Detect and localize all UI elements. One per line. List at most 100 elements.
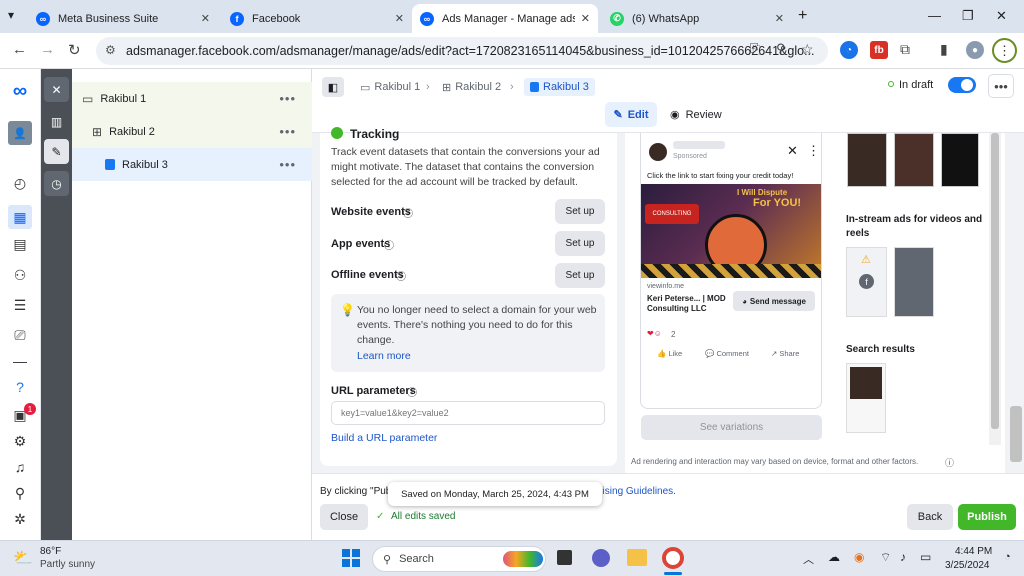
close-icon[interactable]: ✕ (787, 143, 798, 159)
help-icon[interactable]: ? (10, 377, 30, 397)
edit-pencil-icon[interactable]: ✎ (44, 139, 69, 164)
toggle-panel-icon[interactable]: ◧ (322, 77, 344, 97)
more-options-icon[interactable]: ••• (279, 157, 296, 172)
zoom-icon[interactable]: ⚲ (776, 41, 786, 57)
like-button[interactable]: 👍 Like (657, 349, 682, 358)
placement-thumbnail[interactable] (894, 133, 934, 187)
tab-review[interactable]: ◉ Review (670, 108, 722, 122)
placement-thumbnail[interactable] (941, 133, 979, 187)
back-arrow-icon[interactable]: ← (12, 41, 27, 58)
tab-whatsapp[interactable]: ✆ (6) WhatsApp ✕ (602, 4, 792, 33)
address-bar[interactable]: ⚙ adsmanager.facebook.com/adsmanager/man… (96, 37, 828, 65)
tab-meta-business-suite[interactable]: ∞ Meta Business Suite ✕ (28, 4, 218, 33)
back-button[interactable]: Back (907, 504, 953, 530)
tab-facebook[interactable]: f Facebook ✕ (222, 4, 412, 33)
website-events-setup-button[interactable]: Set up (555, 199, 605, 224)
install-icon[interactable]: ⎘ (750, 41, 760, 57)
forward-arrow-icon[interactable]: → (40, 41, 55, 58)
breadcrumb-adset[interactable]: ⊞ Rakibul 2 (442, 78, 501, 96)
info-icon[interactable]: ⓘ (396, 268, 406, 283)
app-events-setup-button[interactable]: Set up (555, 231, 605, 256)
close-tab-icon[interactable]: ✕ (775, 12, 784, 25)
restore-button[interactable]: ❐ (962, 8, 974, 24)
info-icon[interactable]: ⓘ (945, 456, 954, 469)
new-tab-button[interactable]: + (798, 7, 807, 25)
tree-item-ad[interactable]: Rakibul 3 ••• (72, 148, 312, 181)
share-button[interactable]: ↗ Share (771, 349, 799, 358)
audiences-icon[interactable]: ⚇ (10, 265, 30, 285)
app-tray-icon[interactable]: ◉ (854, 550, 864, 564)
windows-start-icon[interactable] (342, 549, 360, 567)
extensions-puzzle-icon[interactable]: ⧉ (900, 41, 910, 58)
search-icon[interactable]: ⚲ (10, 483, 30, 503)
offline-events-setup-button[interactable]: Set up (555, 263, 605, 288)
preview-scrollbar[interactable] (989, 133, 1001, 445)
learn-more-link[interactable]: Learn more (357, 350, 411, 362)
chrome-icon[interactable] (662, 547, 684, 569)
meta-logo-icon[interactable]: ∞ (10, 80, 30, 102)
more-actions-button[interactable]: ••• (988, 74, 1014, 98)
info-icon[interactable]: ⓘ (407, 384, 417, 399)
browser-menu-icon[interactable]: ⋮ (992, 38, 1017, 63)
more-options-icon[interactable]: ••• (279, 124, 296, 139)
publish-button[interactable]: Publish (958, 504, 1016, 530)
taskbar-search-input[interactable]: ⚲ Search (372, 546, 546, 572)
comment-button[interactable]: 💬 Comment (705, 349, 749, 358)
extension-icon[interactable]: fb (870, 41, 888, 59)
placement-thumbnail[interactable] (847, 133, 887, 187)
bell-icon[interactable]: ♫ (10, 457, 30, 477)
close-window-button[interactable]: ✕ (996, 8, 1007, 24)
close-editor-icon[interactable]: ✕ (44, 77, 69, 102)
tab-search-icon[interactable]: ▾ (8, 8, 14, 22)
volume-icon[interactable]: ♪ (900, 550, 906, 564)
tree-item-adset[interactable]: ⊞ Rakibul 2 ••• (72, 115, 312, 148)
profile-avatar[interactable]: ● (966, 41, 984, 59)
wifi-icon[interactable]: ⌔ (880, 550, 891, 565)
see-variations-button[interactable]: See variations (641, 415, 822, 440)
battery-icon[interactable]: ▭ (920, 550, 931, 564)
chevron-up-icon[interactable]: ︿ (803, 551, 814, 567)
chart-icon[interactable]: ▥ (44, 109, 69, 134)
settings-gear-icon[interactable]: ⚙ (10, 431, 30, 451)
events-manager-icon[interactable]: ⎚ (10, 325, 30, 345)
billing-icon[interactable]: ☰ (10, 295, 30, 315)
search-result-thumbnail[interactable] (846, 363, 886, 433)
extension-icon[interactable]: ◔ (840, 41, 858, 59)
more-options-icon[interactable]: ⋮ (807, 143, 820, 159)
bug-report-icon[interactable]: ✲ (10, 509, 30, 529)
breadcrumb-ad[interactable]: Rakibul 3 (524, 78, 595, 96)
reels-thumbnail[interactable] (894, 247, 934, 317)
close-tab-icon[interactable]: ✕ (395, 12, 404, 25)
tree-item-campaign[interactable]: ▭ Rakibul 1 ••• (72, 82, 312, 115)
send-message-button[interactable]: ◕ Send message (733, 291, 815, 311)
tab-ads-manager[interactable]: ∞ Ads Manager - Manage ads - A ✕ (412, 4, 598, 33)
file-explorer-icon[interactable] (627, 549, 647, 566)
build-url-parameter-link[interactable]: Build a URL parameter (331, 432, 437, 444)
notification-center-icon[interactable]: ◔ (1004, 551, 1011, 563)
side-panel-icon[interactable]: ▮ (940, 41, 948, 58)
minimize-button[interactable]: — (928, 8, 941, 23)
tab-edit[interactable]: ✎ Edit (605, 102, 657, 127)
reload-icon[interactable]: ↻ (68, 41, 81, 59)
cloud-icon[interactable]: ☁ (828, 550, 840, 564)
gauge-icon[interactable]: ◴ (10, 173, 30, 193)
close-button[interactable]: Close (320, 504, 368, 530)
guidelines-link[interactable]: dising Guidelines. (597, 486, 676, 497)
page-scrollbar-thumb[interactable] (1010, 406, 1022, 462)
account-avatar[interactable]: 👤 (8, 121, 32, 145)
campaigns-grid-icon[interactable]: ▦ (8, 205, 32, 229)
bookmark-star-icon[interactable]: ☆ (801, 41, 814, 58)
pages-icon[interactable]: ▤ (10, 234, 30, 254)
site-info-icon[interactable]: ⚙ (105, 43, 116, 57)
close-tab-icon[interactable]: ✕ (201, 12, 210, 25)
info-icon[interactable]: ⓘ (403, 205, 413, 220)
history-clock-icon[interactable]: ◷ (44, 171, 69, 196)
teams-icon[interactable] (592, 549, 610, 567)
instream-thumbnail[interactable]: ⚠ f (846, 247, 887, 317)
more-options-icon[interactable]: ••• (279, 91, 296, 106)
close-tab-icon[interactable]: ✕ (581, 12, 590, 25)
url-parameters-input[interactable] (331, 401, 605, 425)
breadcrumb-campaign[interactable]: ▭ Rakibul 1 (360, 78, 420, 96)
info-icon[interactable]: ⓘ (384, 237, 394, 252)
draft-toggle[interactable] (948, 77, 976, 93)
